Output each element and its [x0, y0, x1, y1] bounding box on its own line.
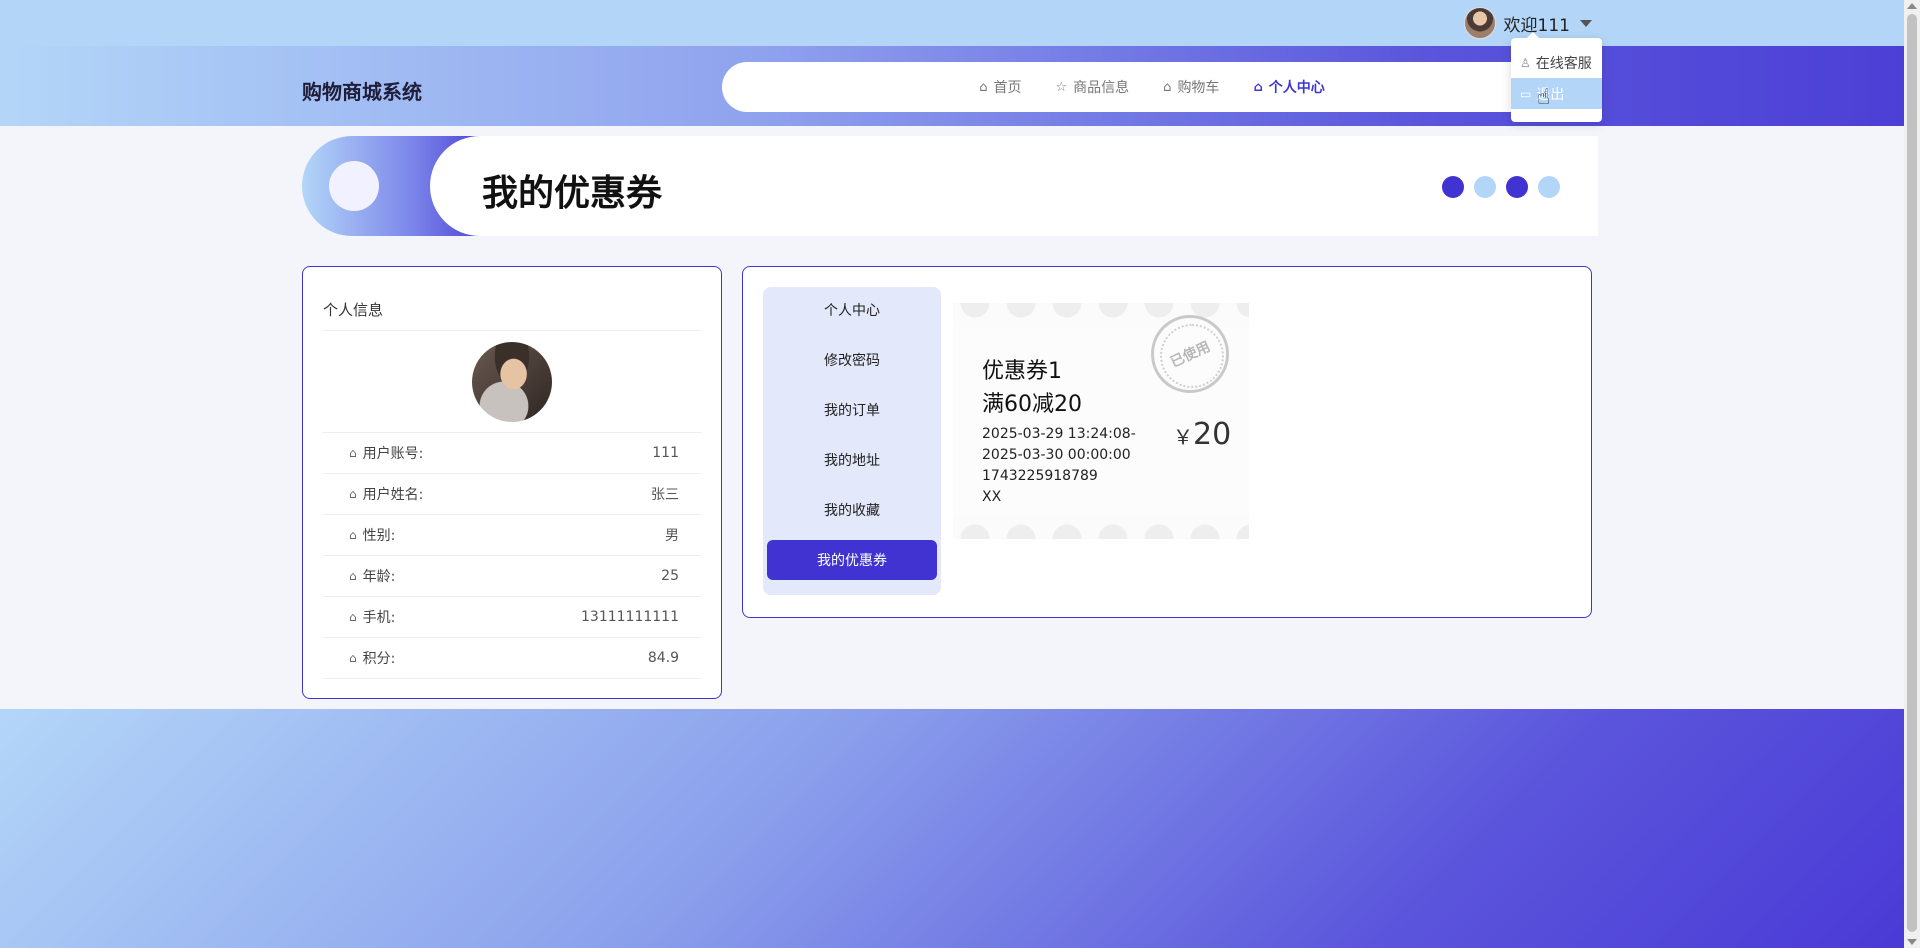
- profile-avatar-wrap: [323, 331, 701, 433]
- side-menu: 个人中心 修改密码 我的订单 我的地址 我的收藏 我的优惠券: [763, 287, 941, 595]
- nav-item-cart[interactable]: ⌂ 购物车: [1163, 77, 1219, 97]
- home-icon: ⌂: [349, 487, 357, 501]
- dropdown-item-logout[interactable]: ▭ 退出: [1511, 78, 1602, 109]
- home-icon: ⌂: [349, 446, 357, 460]
- info-label: 手机:: [362, 610, 396, 626]
- top-bar: 欢迎111: [0, 0, 1904, 46]
- home-icon: ⌂: [1253, 79, 1263, 95]
- profile-card: 个人信息 ⌂ 用户账号: 111 ⌂ 用户姓名: 张三 ⌂ 性别: 男 ⌂ 年龄: 25…: [302, 266, 722, 699]
- nav-item-label: 首页: [993, 80, 1022, 96]
- dot: [1474, 176, 1496, 198]
- coupon-validity: 2025-03-29 13:24:08-2025-03-30 00:00:00: [982, 426, 1136, 463]
- info-value: 84.9: [647, 650, 679, 666]
- nav-item-products[interactable]: ☆ 商品信息: [1056, 77, 1130, 97]
- coupon-panel: 个人中心 修改密码 我的订单 我的地址 我的收藏 我的优惠券 优惠券1 满60减…: [742, 266, 1592, 618]
- info-row-gender: ⌂ 性别: 男: [323, 515, 701, 556]
- site-title: 购物商城系统: [302, 80, 422, 104]
- dot: [1442, 176, 1464, 198]
- dropdown-item-label: 在线客服: [1535, 55, 1592, 72]
- page-banner: 我的优惠券: [302, 136, 1598, 236]
- dot: [1538, 176, 1560, 198]
- caret-down-icon[interactable]: [1580, 19, 1592, 27]
- home-icon: ⌂: [349, 610, 357, 624]
- info-row-points: ⌂ 积分: 84.9: [323, 638, 701, 679]
- star-icon: ☆: [1055, 79, 1068, 95]
- coupon-amount-value: 20: [1193, 417, 1232, 452]
- coupon-code: 1743225918789: [982, 468, 1098, 484]
- info-label: 性别:: [362, 528, 396, 544]
- nav-item-label: 个人中心: [1268, 80, 1325, 96]
- home-icon: ⌂: [1163, 79, 1172, 95]
- info-value: 张三: [651, 487, 679, 503]
- info-label: 用户账号:: [362, 446, 424, 462]
- footer-background: [0, 709, 1904, 948]
- info-value: 男: [665, 528, 679, 544]
- info-value: 13111111111: [581, 609, 679, 625]
- dropdown-item-service[interactable]: ♙ 在线客服: [1511, 47, 1602, 78]
- coupon-scallop-bottom: [953, 515, 1249, 539]
- hand-cursor-icon: ☝: [1537, 85, 1551, 110]
- header: 购物商城系统 ⌂ 首页 ☆ 商品信息 ⌂ 购物车 ⌂ 个人中心: [0, 46, 1904, 126]
- nav-item-label: 商品信息: [1073, 80, 1130, 96]
- home-icon: ⌂: [349, 651, 357, 665]
- info-row-phone: ⌂ 手机: 13111111111: [323, 597, 701, 638]
- coupon-amount: ￥20: [1173, 417, 1231, 452]
- user-avatar[interactable]: [1463, 7, 1496, 39]
- stamp-text: 已使用: [1168, 338, 1213, 372]
- used-stamp: 已使用: [1151, 315, 1229, 393]
- page-title: 我的优惠券: [482, 173, 663, 214]
- home-icon: ⌂: [979, 79, 988, 95]
- coupon-rule: 满60减20: [982, 392, 1082, 417]
- info-label: 积分:: [362, 651, 396, 667]
- info-row-age: ⌂ 年龄: 25: [323, 556, 701, 597]
- side-item-password[interactable]: 修改密码: [767, 340, 937, 380]
- banner-dots: [1442, 176, 1560, 198]
- info-value: 25: [661, 568, 679, 584]
- home-icon: ⌂: [349, 528, 357, 542]
- side-item-coupons[interactable]: 我的优惠券: [767, 540, 937, 580]
- nav-item-label: 购物车: [1177, 80, 1220, 96]
- avatar: [472, 341, 552, 422]
- scroll-down-icon[interactable]: [1907, 939, 1917, 945]
- info-row-name: ⌂ 用户姓名: 张三: [323, 474, 701, 515]
- side-item-favorites[interactable]: 我的收藏: [767, 490, 937, 530]
- side-item-orders[interactable]: 我的订单: [767, 390, 937, 430]
- logout-icon: ▭: [1520, 86, 1532, 101]
- profile-card-title: 个人信息: [323, 267, 701, 331]
- coupon-name: 优惠券1: [982, 359, 1062, 384]
- scroll-up-icon[interactable]: [1907, 3, 1917, 9]
- coupon-note: XX: [982, 489, 1002, 505]
- dot: [1506, 176, 1528, 198]
- currency-symbol: ￥: [1173, 425, 1193, 449]
- info-label: 用户姓名:: [362, 487, 424, 503]
- info-row-account: ⌂ 用户账号: 111: [323, 433, 701, 474]
- side-item-address[interactable]: 我的地址: [767, 440, 937, 480]
- scroll-thumb[interactable]: [1907, 14, 1917, 932]
- side-item-profile[interactable]: 个人中心: [767, 290, 937, 330]
- coupon-card[interactable]: 优惠券1 满60减20 2025-03-29 13:24:08-2025-03-…: [953, 303, 1249, 539]
- home-icon: ⌂: [349, 569, 357, 583]
- user-icon: ♙: [1520, 55, 1531, 70]
- banner-circle: [329, 161, 379, 211]
- main-nav: ⌂ 首页 ☆ 商品信息 ⌂ 购物车 ⌂ 个人中心: [722, 62, 1582, 112]
- user-dropdown: ♙ 在线客服 ▭ 退出: [1511, 32, 1602, 122]
- nav-item-home[interactable]: ⌂ 首页: [979, 77, 1021, 97]
- info-value: 111: [652, 445, 679, 461]
- nav-item-profile[interactable]: ⌂ 个人中心: [1253, 77, 1324, 97]
- scrollbar[interactable]: [1904, 0, 1920, 948]
- info-label: 年龄:: [362, 569, 396, 585]
